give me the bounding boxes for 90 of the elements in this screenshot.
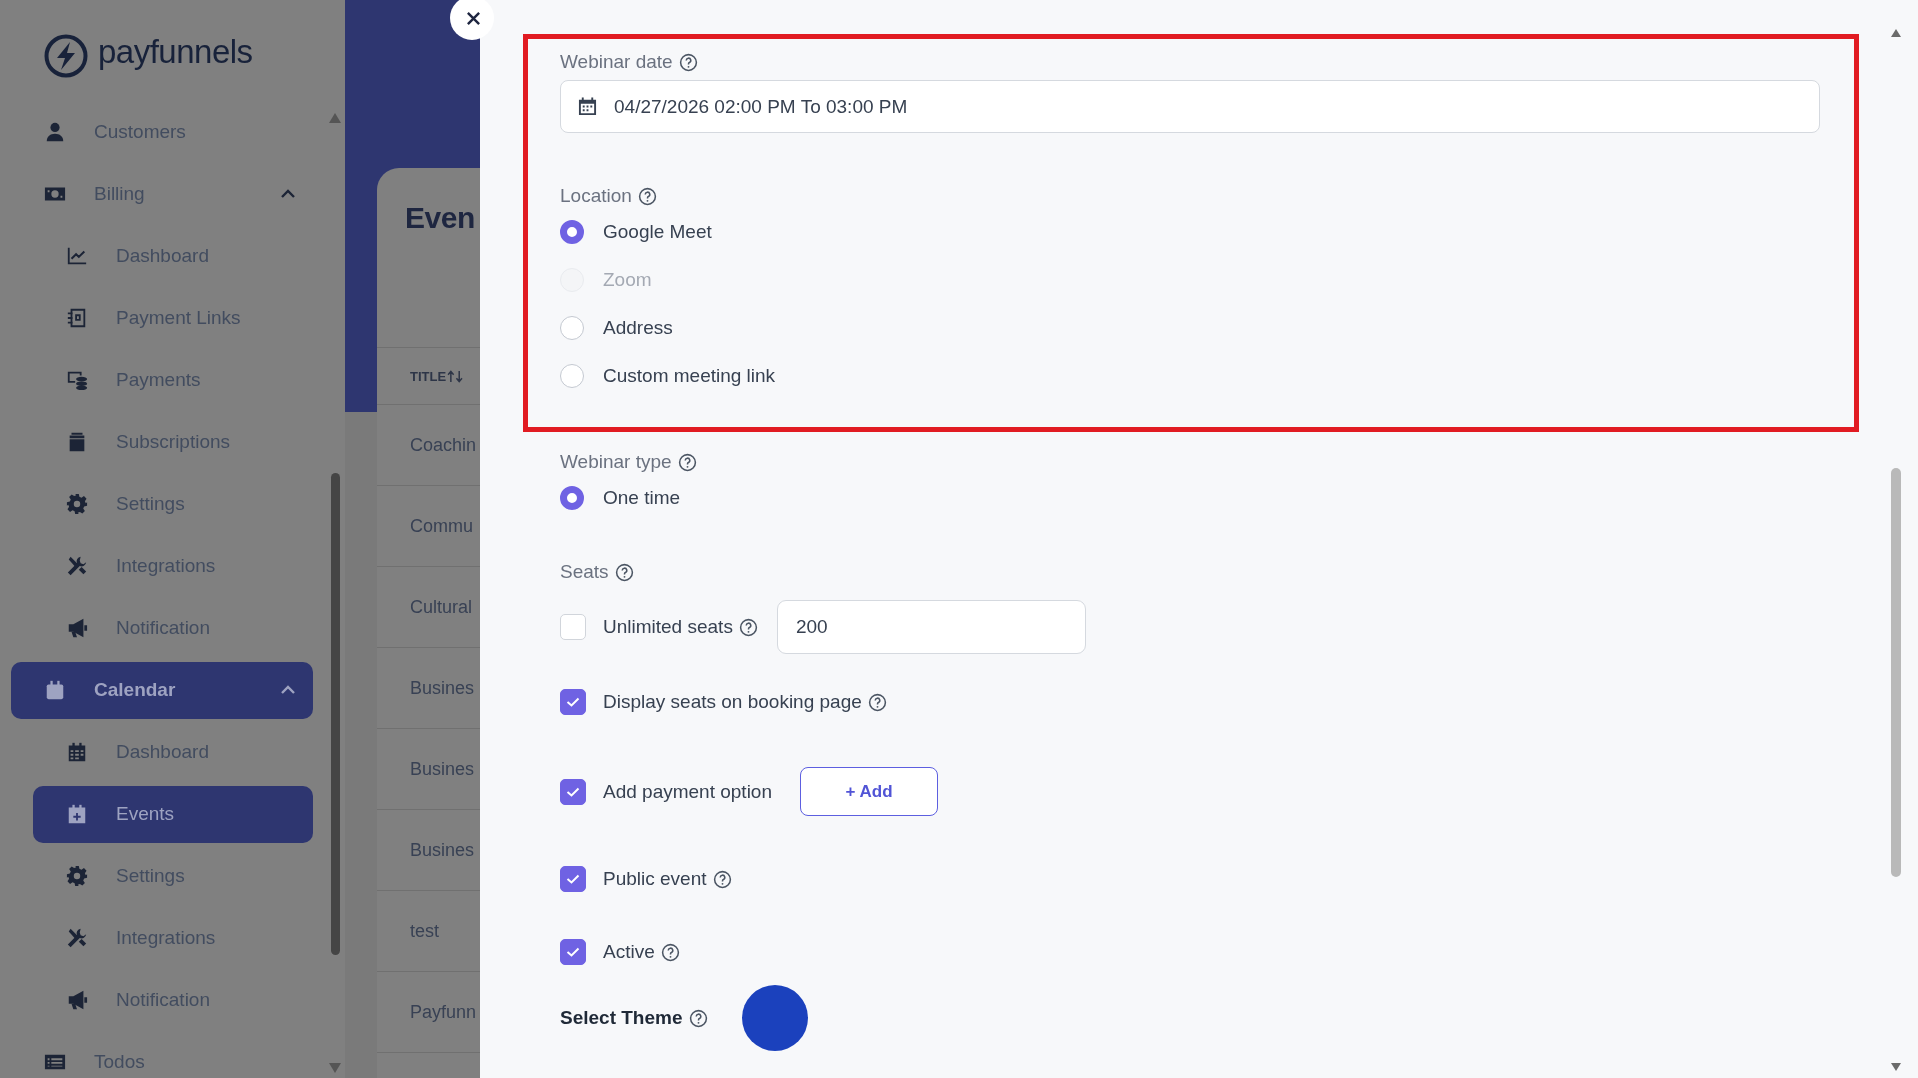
- checkbox-label: Display seats on booking page: [603, 691, 862, 713]
- check-icon: [566, 874, 580, 884]
- help-icon[interactable]: [677, 452, 697, 472]
- settings-icon: [66, 865, 88, 887]
- sidebar-item[interactable]: Customers: [11, 103, 313, 161]
- lightning-bolt-icon: [44, 34, 88, 78]
- notebook-icon: [66, 307, 88, 329]
- sidebar-item[interactable]: Notification: [33, 971, 313, 1029]
- checkbox-label: Active: [603, 941, 655, 963]
- field-label: Webinar date: [560, 51, 673, 73]
- check-icon: [566, 697, 580, 707]
- sidebar-item[interactable]: Payments: [33, 351, 313, 409]
- scrollbar-thumb[interactable]: [1891, 468, 1901, 877]
- help-icon[interactable]: [637, 186, 657, 206]
- megaphone-icon: [66, 617, 88, 639]
- table-cell: Commu: [410, 515, 473, 537]
- radio-button[interactable]: [560, 364, 584, 388]
- field-label: Select Theme: [560, 1007, 683, 1029]
- help-icon[interactable]: [688, 1008, 708, 1028]
- checkbox-label: Public event: [603, 868, 707, 890]
- checkbox-label: Unlimited seats: [603, 616, 733, 638]
- sidebar-item[interactable]: Integrations: [33, 537, 313, 595]
- help-icon[interactable]: [738, 617, 758, 637]
- option-label: One time: [603, 487, 681, 509]
- table-cell: Busines: [410, 677, 475, 699]
- checkbox-label: Add payment option: [603, 780, 772, 803]
- help-icon[interactable]: [660, 942, 680, 962]
- table-cell: Payfunn: [410, 1001, 477, 1023]
- table-cell: test: [410, 920, 439, 942]
- help-icon[interactable]: [614, 562, 634, 582]
- check-icon: [566, 786, 580, 797]
- checkbox[interactable]: [560, 939, 586, 965]
- sidebar-item[interactable]: Events: [33, 785, 313, 843]
- sort-icon[interactable]: [447, 369, 465, 383]
- table-cell: Busines: [410, 839, 475, 861]
- person-icon: [44, 121, 66, 143]
- help-icon[interactable]: [678, 52, 698, 72]
- calendar-icon: [44, 679, 66, 701]
- close-icon: [465, 10, 481, 26]
- option-label: Google Meet: [603, 221, 712, 243]
- sidebar-item[interactable]: Dashboard: [33, 227, 313, 285]
- settings-icon: [66, 493, 88, 515]
- radio-button[interactable]: [560, 486, 584, 510]
- help-icon[interactable]: [867, 692, 887, 712]
- logo-text: payfunnels: [98, 34, 253, 70]
- option-label: Custom meeting link: [603, 365, 776, 387]
- sidebar-item[interactable]: Payment Links: [33, 289, 313, 347]
- help-icon[interactable]: [712, 869, 732, 889]
- checkbox[interactable]: [560, 689, 586, 715]
- coins-icon: [66, 369, 88, 391]
- scrollbar-thumb[interactable]: [331, 473, 340, 955]
- add-button[interactable]: + Add: [800, 767, 938, 816]
- sidebar-item[interactable]: Settings: [33, 847, 313, 905]
- checkbox[interactable]: [560, 866, 586, 892]
- sidebar-item[interactable]: Dashboard: [33, 723, 313, 781]
- sidebar-item[interactable]: Calendar: [11, 661, 313, 719]
- page-title: Even: [404, 200, 476, 236]
- sidebar-item[interactable]: Notification: [33, 599, 313, 657]
- field-label: Location: [560, 185, 632, 207]
- sidebar-item[interactable]: Todos: [11, 1033, 313, 1078]
- check-icon: [566, 947, 580, 957]
- tools-icon: [66, 927, 88, 949]
- table-cell: Coachin: [410, 434, 477, 456]
- megaphone-icon: [66, 989, 88, 1011]
- field-label: Webinar type: [560, 451, 672, 473]
- field-label: Seats: [560, 561, 609, 583]
- date-range-field[interactable]: 04/27/2026 02:00 PM To 03:00 PM: [560, 80, 1820, 133]
- column-header[interactable]: TITLE: [410, 368, 447, 384]
- calendar-icon: [66, 741, 88, 763]
- scroll-up-arrow[interactable]: [1890, 28, 1902, 38]
- radio-button[interactable]: [560, 316, 584, 340]
- checkbox[interactable]: [560, 778, 586, 805]
- sidebar-item[interactable]: Settings: [33, 475, 313, 533]
- chart-icon: [66, 245, 88, 267]
- chevron-up-icon[interactable]: [280, 189, 296, 199]
- chevron-up-icon[interactable]: [280, 685, 296, 695]
- scroll-down-arrow[interactable]: [1890, 1062, 1902, 1072]
- close-button[interactable]: [450, 0, 494, 40]
- sidebar-item[interactable]: Billing: [11, 165, 313, 223]
- table-cell: Cultural: [410, 596, 473, 618]
- calendar-plus-icon: [66, 803, 88, 825]
- option-label: Zoom: [603, 269, 652, 291]
- table-cell: Busines: [410, 758, 475, 780]
- tools-icon: [66, 555, 88, 577]
- option-label: Address: [603, 317, 673, 339]
- calendar-icon: [578, 97, 597, 116]
- seats-input[interactable]: 200: [776, 600, 1086, 654]
- radio-button[interactable]: [560, 220, 584, 244]
- sidebar-item[interactable]: Subscriptions: [33, 413, 313, 471]
- sidebar-item[interactable]: Integrations: [33, 909, 313, 967]
